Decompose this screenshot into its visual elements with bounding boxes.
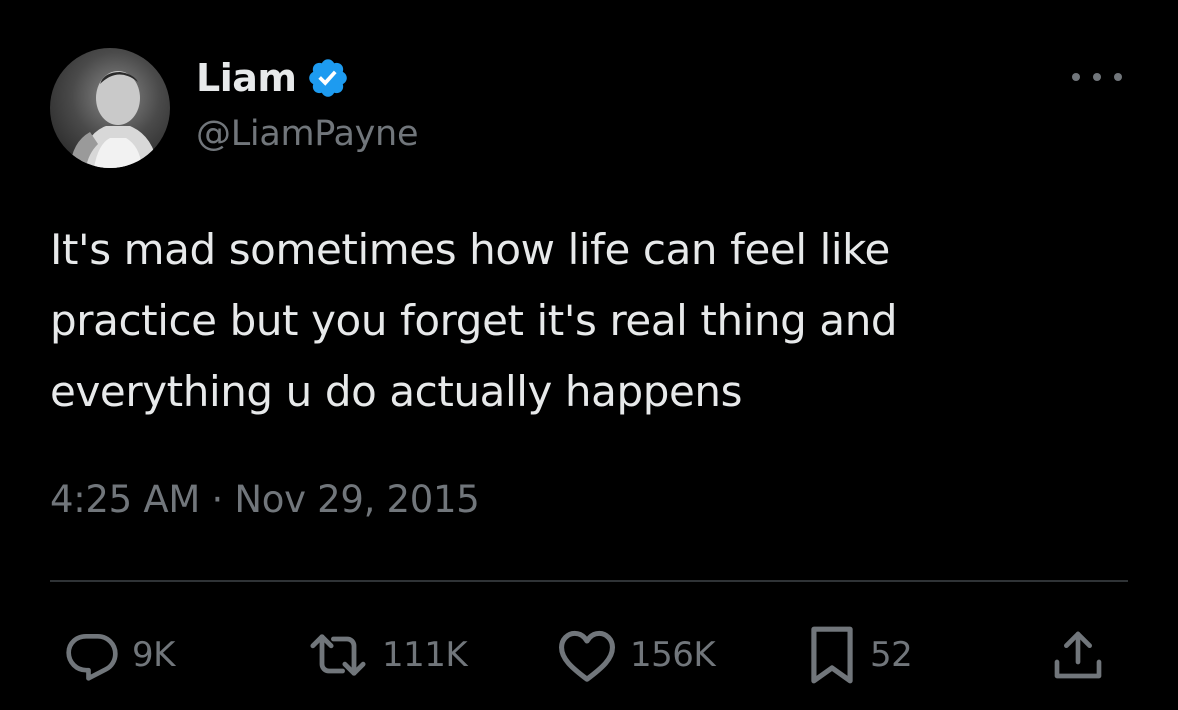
tweet-text-line: everything u do actually happens: [50, 367, 743, 416]
more-icon-dot: [1114, 73, 1122, 81]
tweet-text: It's mad sometimes how life can feel lik…: [50, 214, 1090, 427]
bookmark-icon: [811, 626, 853, 684]
more-icon-dot: [1072, 73, 1080, 81]
like-count: 156K: [630, 635, 716, 675]
divider: [50, 580, 1128, 582]
author-handle[interactable]: @LiamPayne: [196, 114, 418, 154]
repost-count: 111K: [382, 635, 468, 675]
repost-icon: [310, 634, 366, 676]
display-name[interactable]: Liam: [196, 56, 297, 100]
tweet-text-line: It's mad sometimes how life can feel lik…: [50, 225, 890, 274]
reply-count: 9K: [132, 635, 175, 675]
verified-badge-icon: [309, 59, 348, 97]
more-icon-dot: [1093, 73, 1101, 81]
heart-icon: [559, 630, 615, 682]
bookmark-button[interactable]: 52: [806, 620, 913, 690]
author-name-row[interactable]: Liam: [196, 50, 350, 106]
reply-button[interactable]: 9K: [64, 620, 175, 690]
share-icon: [1054, 631, 1102, 679]
bookmark-count: 52: [870, 635, 913, 675]
repost-button[interactable]: 111K: [306, 620, 468, 690]
tweet-text-line: practice but you forget it's real thing …: [50, 296, 898, 345]
share-button[interactable]: [1050, 620, 1106, 690]
reply-icon: [66, 634, 118, 681]
profile-photo-icon: [70, 71, 158, 168]
like-button[interactable]: 156K: [556, 620, 716, 690]
tweet-timestamp[interactable]: 4:25 AM · Nov 29, 2015: [50, 478, 480, 521]
avatar[interactable]: [50, 48, 170, 168]
action-bar: 9K 111K 156K 52: [0, 620, 1178, 690]
more-options-button[interactable]: [1072, 62, 1122, 92]
